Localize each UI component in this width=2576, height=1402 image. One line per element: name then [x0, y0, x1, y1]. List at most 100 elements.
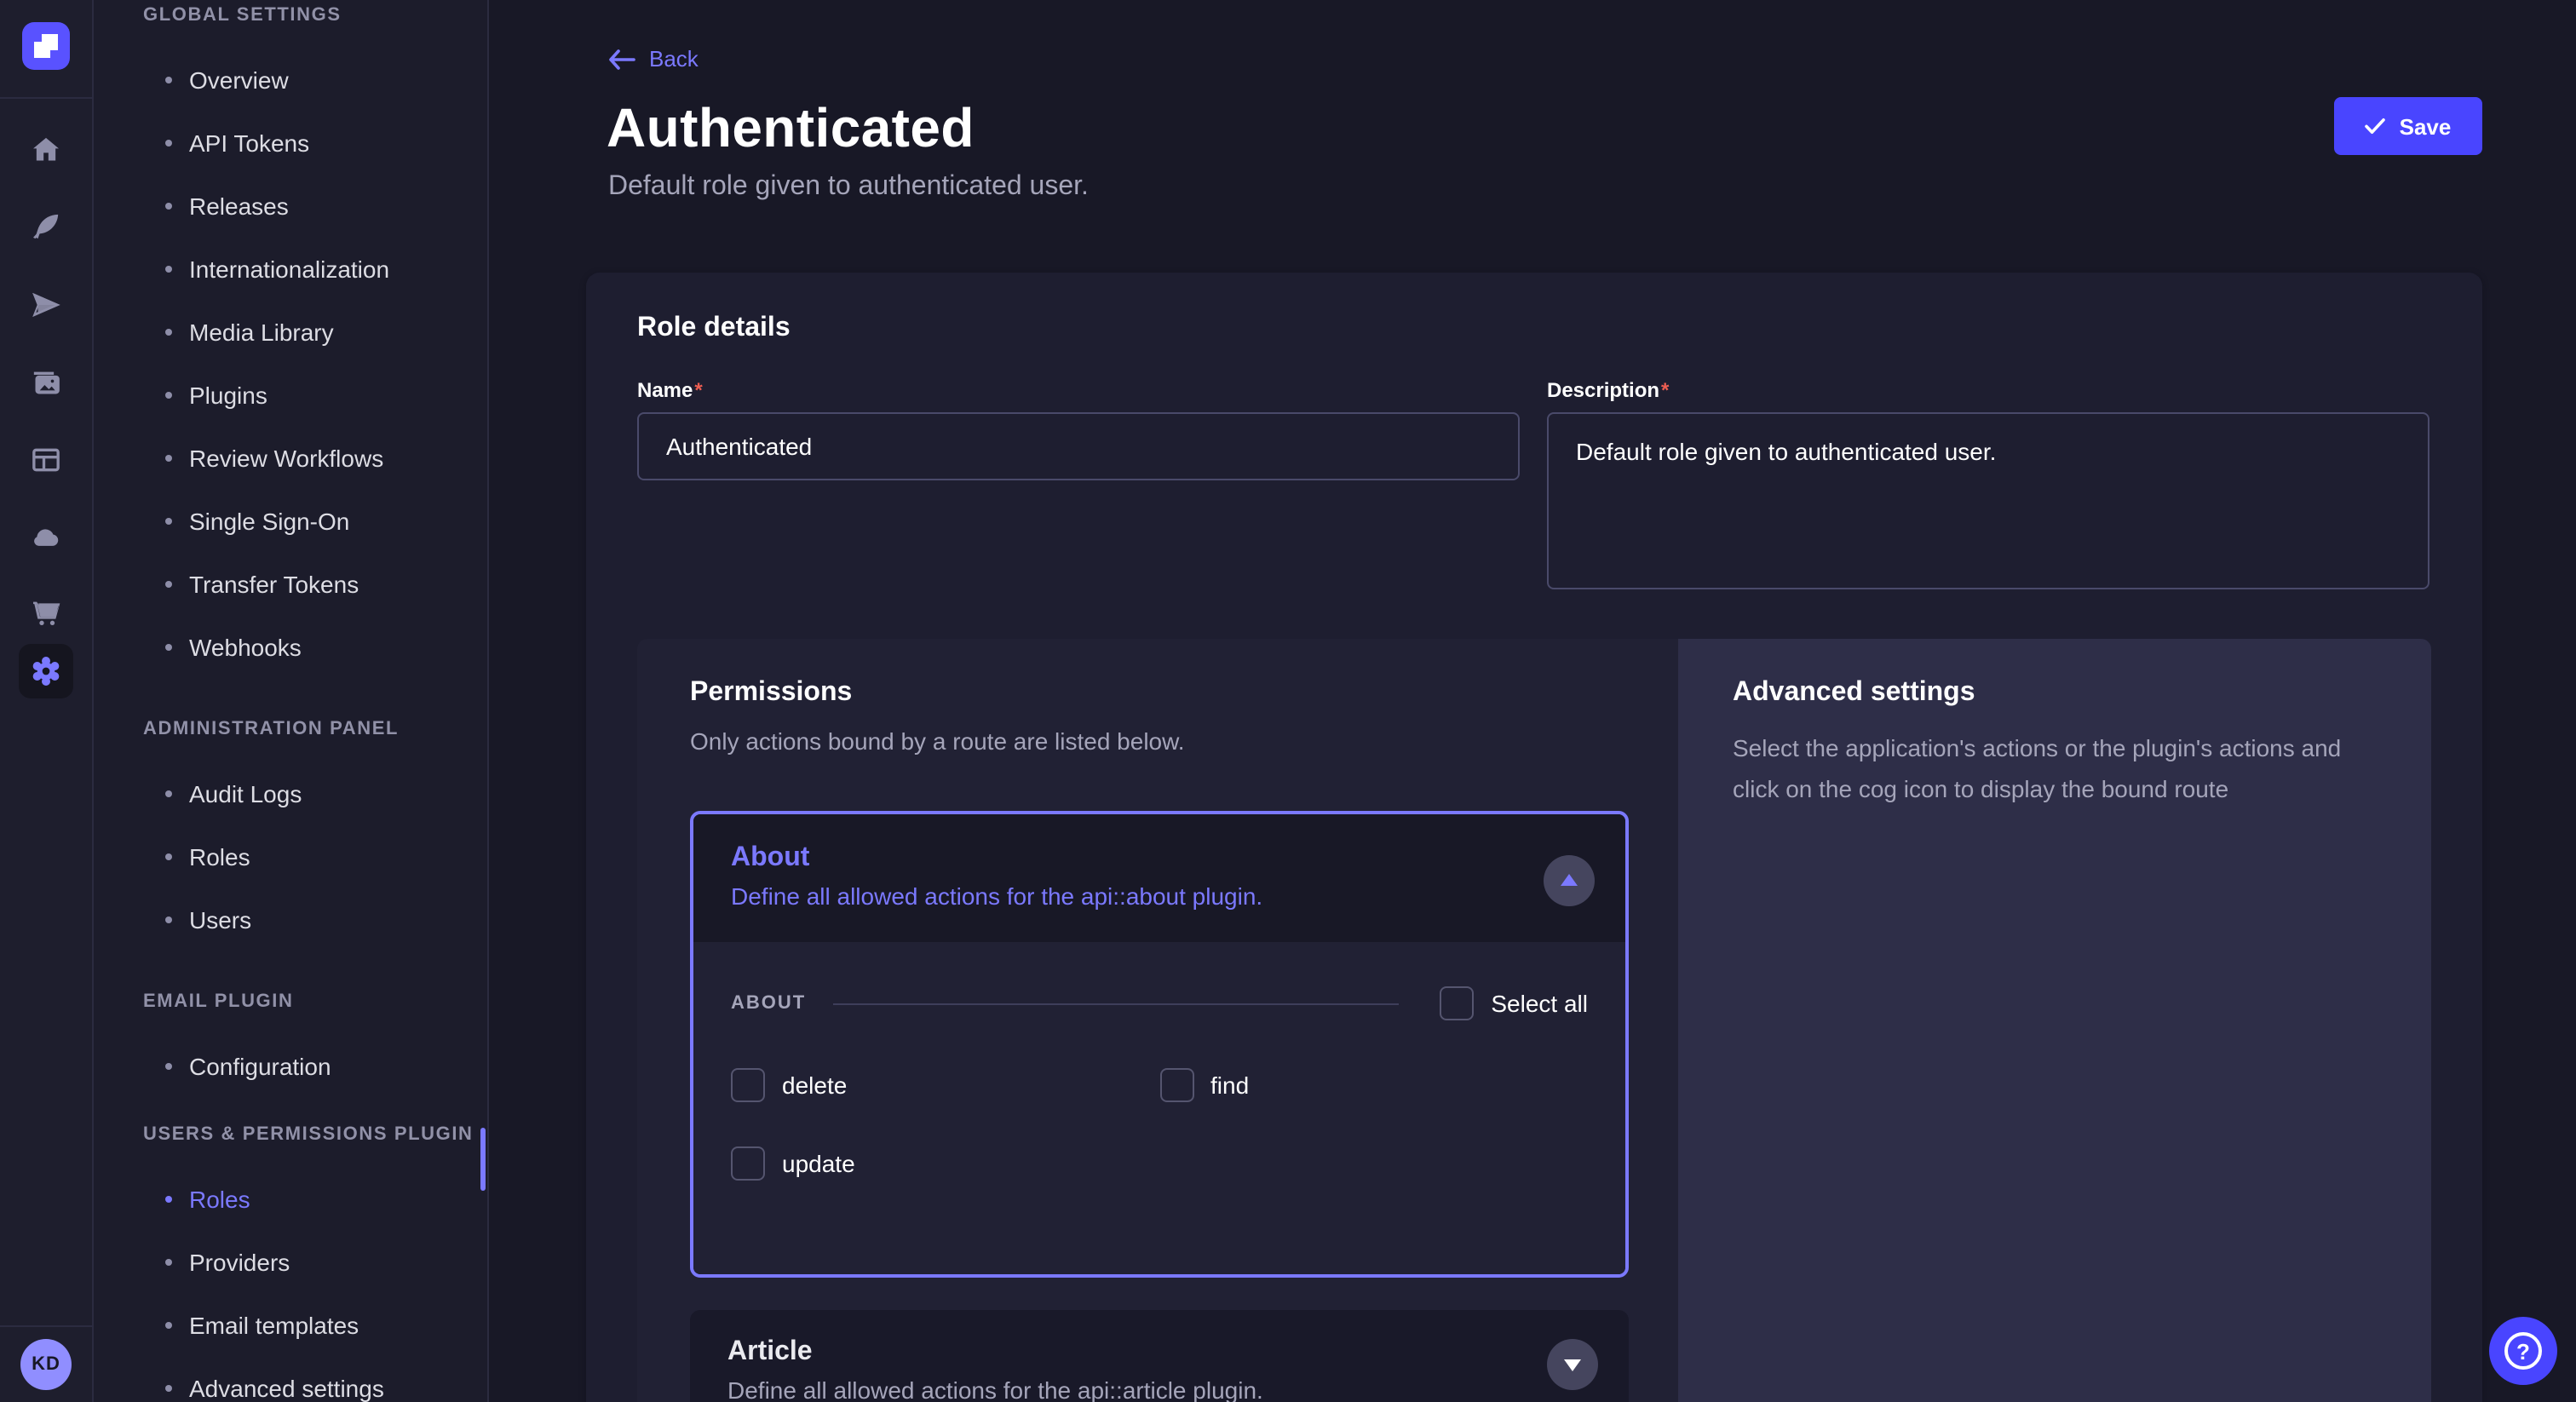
accordion-about-subtitle: Define all allowed actions for the api::…	[731, 882, 1591, 910]
role-card: Role details Name* Description* Default …	[586, 273, 2482, 1402]
accordion-about-body: About Select all delete	[693, 942, 1625, 1274]
bullet-icon	[165, 391, 172, 398]
delete-checkbox[interactable]	[731, 1068, 765, 1102]
rail-divider	[0, 97, 92, 99]
permissions-section: Permissions Only actions bound by a rout…	[637, 639, 2431, 1402]
actions-grid: delete find update	[731, 1068, 1588, 1181]
role-details-fields: Name* Description* Default role given to…	[637, 378, 2431, 598]
save-button[interactable]: Save	[2334, 97, 2482, 155]
find-label: find	[1210, 1072, 1249, 1099]
chevron-down-icon	[1564, 1359, 1581, 1371]
sidebar-item-up-roles[interactable]: Roles	[94, 1167, 487, 1230]
bullet-icon	[165, 76, 172, 83]
select-all-checkbox[interactable]	[1440, 986, 1474, 1020]
sidebar-section-administration-panel: Administration panel	[94, 715, 487, 743]
bullet-icon	[165, 1195, 172, 1202]
permissions-title: Permissions	[690, 678, 852, 709]
help-button[interactable]: ?	[2489, 1317, 2557, 1385]
accordion-article-subtitle: Define all allowed actions for the api::…	[727, 1376, 1595, 1402]
page-title: Authenticated	[607, 97, 975, 160]
description-textarea[interactable]: Default role given to authenticated user…	[1547, 412, 2429, 589]
user-avatar[interactable]: KD	[20, 1339, 72, 1390]
sidebar-item-users[interactable]: Users	[94, 888, 487, 951]
bullet-icon	[165, 139, 172, 146]
sidebar-section-global-settings: Global settings	[94, 2, 487, 29]
sidebar-item-configuration[interactable]: Configuration	[94, 1034, 487, 1097]
bullet-icon	[165, 1384, 172, 1391]
strapi-logo[interactable]	[22, 22, 70, 70]
media-library-icon[interactable]	[29, 366, 63, 400]
sidebar-section-email-plugin: Email plugin	[94, 988, 487, 1015]
app-window: KD Global settings Overview API Tokens R…	[0, 0, 2576, 1402]
sidebar-section-users-permissions-plugin: Users & Permissions plugin	[94, 1121, 487, 1148]
bullet-icon	[165, 853, 172, 859]
about-group-label: About	[731, 993, 806, 1014]
cloud-icon[interactable]	[29, 520, 63, 554]
about-group-row: About Select all	[731, 942, 1588, 1020]
sidebar-item-media-library[interactable]: Media Library	[94, 300, 487, 363]
page-subtitle: Default role given to authenticated user…	[608, 172, 1089, 203]
advanced-settings-title: Advanced settings	[1733, 678, 1975, 709]
description-label: Description*	[1547, 378, 2429, 402]
settings-gear-icon	[29, 654, 63, 688]
accordion-article[interactable]: Article Define all allowed actions for t…	[690, 1310, 1629, 1402]
sidebar-item-providers[interactable]: Providers	[94, 1230, 487, 1293]
sidebar-item-review-workflows[interactable]: Review Workflows	[94, 426, 487, 489]
layout-icon[interactable]	[29, 443, 63, 477]
action-update: update	[731, 1146, 1170, 1181]
feather-icon[interactable]	[29, 210, 63, 244]
check-icon	[2366, 118, 2386, 135]
bullet-icon	[165, 202, 172, 209]
bullet-icon	[165, 1258, 172, 1265]
bullet-icon	[165, 916, 172, 922]
sidebar-item-overview[interactable]: Overview	[94, 48, 487, 111]
sidebar-item-internationalization[interactable]: Internationalization	[94, 237, 487, 300]
sidebar-item-api-tokens[interactable]: API Tokens	[94, 111, 487, 174]
description-field-group: Description* Default role given to authe…	[1547, 378, 2429, 598]
paper-plane-icon[interactable]	[29, 288, 63, 322]
bullet-icon	[165, 265, 172, 272]
cart-icon[interactable]	[29, 596, 63, 630]
bullet-icon	[165, 580, 172, 587]
role-details-title: Role details	[637, 313, 791, 344]
sidebar-item-audit-logs[interactable]: Audit Logs	[94, 761, 487, 825]
sidebar-item-releases[interactable]: Releases	[94, 174, 487, 237]
find-checkbox[interactable]	[1159, 1068, 1193, 1102]
accordion-about-title: About	[731, 843, 1591, 874]
chevron-up-icon	[1561, 874, 1578, 886]
sidebar-item-single-sign-on[interactable]: Single Sign-On	[94, 489, 487, 552]
sidebar-item-webhooks[interactable]: Webhooks	[94, 615, 487, 678]
sidebar-scrollbar-thumb[interactable]	[480, 1128, 486, 1191]
sidebar-item-advanced-settings[interactable]: Advanced settings	[94, 1356, 487, 1402]
bullet-icon	[165, 454, 172, 461]
expand-button[interactable]	[1547, 1339, 1598, 1390]
advanced-settings-panel: Advanced settings Select the application…	[1678, 639, 2431, 1402]
permissions-panel: Permissions Only actions bound by a rout…	[637, 639, 1678, 1402]
sidebar-item-plugins[interactable]: Plugins	[94, 363, 487, 426]
home-icon[interactable]	[29, 133, 63, 167]
action-find: find	[1159, 1068, 1588, 1102]
permissions-subtitle: Only actions bound by a route are listed…	[690, 727, 1185, 755]
required-asterisk: *	[1661, 378, 1669, 402]
accordion-about-header[interactable]: About Define all allowed actions for the…	[693, 814, 1625, 942]
back-arrow-icon	[608, 49, 635, 69]
group-divider	[833, 1003, 1399, 1004]
bullet-icon	[165, 790, 172, 796]
question-mark-icon: ?	[2504, 1332, 2542, 1370]
collapse-button[interactable]	[1544, 855, 1595, 906]
sidebar-item-admin-roles[interactable]: Roles	[94, 825, 487, 888]
name-input[interactable]	[637, 412, 1520, 480]
select-all-label: Select all	[1491, 990, 1588, 1017]
rail-divider-bottom	[0, 1325, 92, 1327]
update-checkbox[interactable]	[731, 1146, 765, 1181]
sidebar-item-transfer-tokens[interactable]: Transfer Tokens	[94, 552, 487, 615]
update-label: update	[782, 1150, 855, 1177]
accordion-about: About Define all allowed actions for the…	[690, 811, 1629, 1278]
sidebar-item-email-templates[interactable]: Email templates	[94, 1293, 487, 1356]
name-label: Name*	[637, 378, 1520, 402]
main-nav-rail: KD	[0, 0, 94, 1402]
back-link[interactable]: Back	[608, 46, 699, 72]
accordion-article-title: Article	[727, 1337, 1595, 1368]
settings-gear-active[interactable]	[19, 644, 73, 698]
required-asterisk: *	[694, 378, 702, 402]
